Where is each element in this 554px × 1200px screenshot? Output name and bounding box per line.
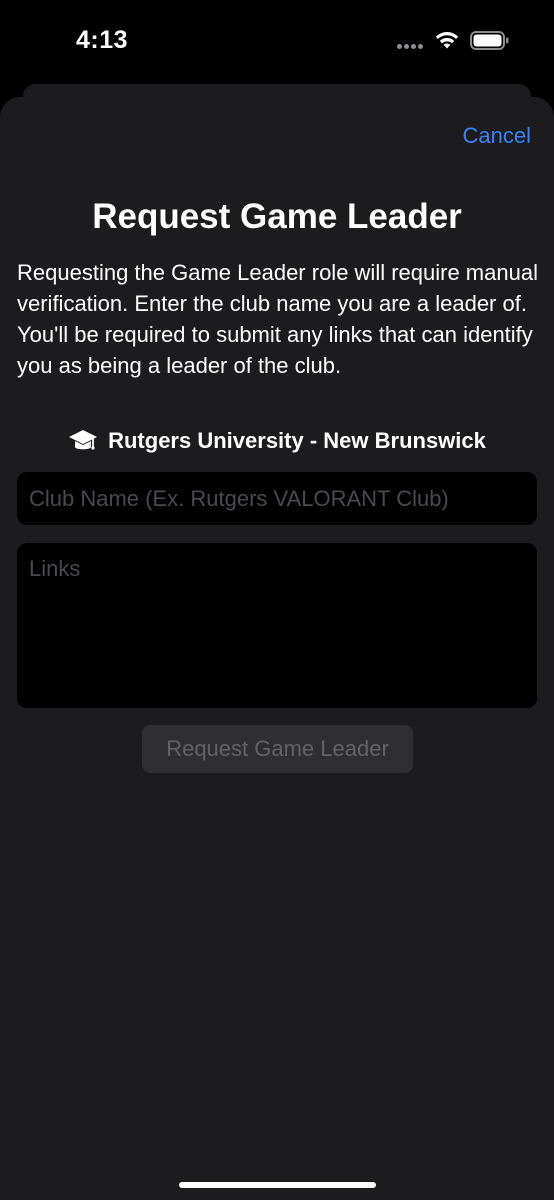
page-title: Request Game Leader: [92, 197, 462, 236]
cancel-button[interactable]: Cancel: [463, 123, 531, 149]
request-game-leader-button[interactable]: Request Game Leader: [142, 725, 413, 773]
cellular-signal-icon: [397, 44, 425, 50]
screen: 4:13 Cancel Request Game Leader Requesti…: [0, 0, 554, 1200]
description-text: Requesting the Game Leader role will req…: [17, 260, 538, 378]
home-indicator[interactable]: [179, 1182, 376, 1188]
status-time: 4:13: [76, 26, 129, 54]
links-placeholder: Links: [29, 556, 81, 581]
battery-icon: [470, 31, 509, 50]
graduation-cap-icon: [69, 430, 98, 450]
university-label: Rutgers University - New Brunswick: [0, 425, 554, 457]
university-name: Rutgers University - New Brunswick: [108, 428, 486, 453]
wifi-icon: [435, 32, 459, 49]
club-name-input[interactable]: Club Name (Ex. Rutgers VALORANT Club): [17, 472, 537, 525]
links-textarea[interactable]: Links: [17, 543, 537, 708]
club-name-placeholder: Club Name (Ex. Rutgers VALORANT Club): [29, 485, 449, 511]
status-bar: 4:13: [0, 0, 554, 84]
